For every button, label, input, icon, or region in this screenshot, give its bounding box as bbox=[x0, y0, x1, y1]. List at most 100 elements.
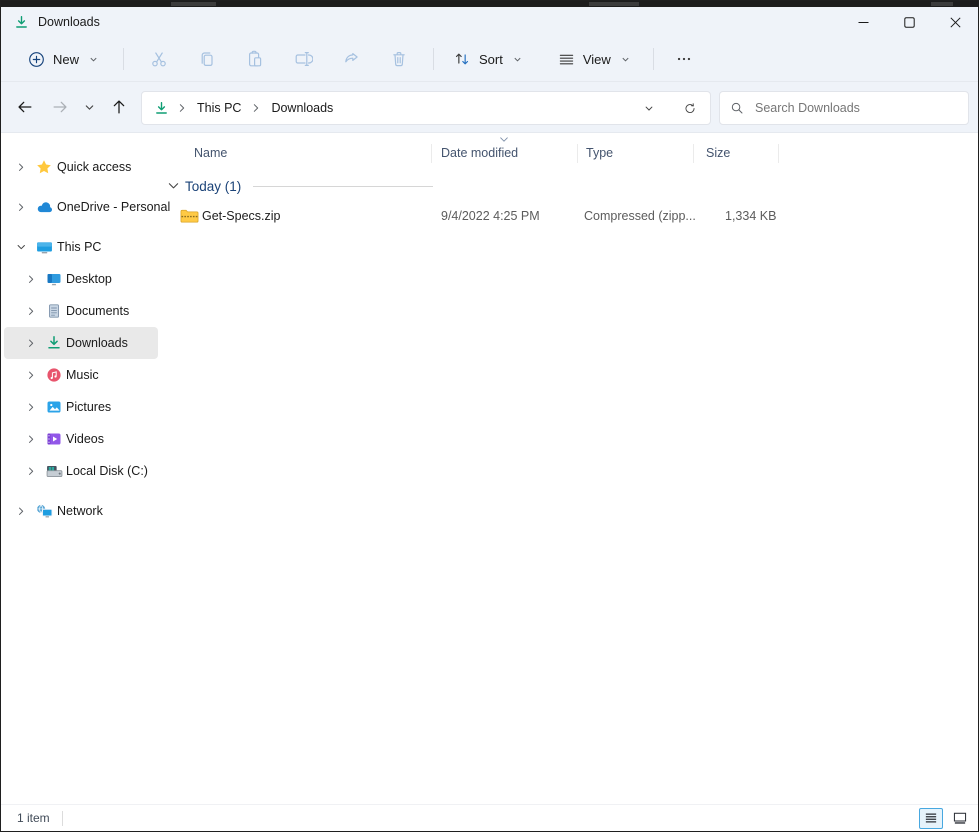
breadcrumb-chevron-icon bbox=[178, 103, 186, 113]
sidebar-item-music[interactable]: Music bbox=[4, 359, 158, 391]
refresh-icon bbox=[684, 101, 696, 116]
copy-icon bbox=[197, 49, 217, 69]
sort-button[interactable]: Sort bbox=[444, 43, 531, 75]
details-view-toggle[interactable] bbox=[919, 808, 943, 829]
breadcrumb-chevron-icon bbox=[252, 103, 260, 113]
sidebar-item-onedrive[interactable]: OneDrive - Personal bbox=[4, 191, 158, 223]
chevron-right-icon[interactable] bbox=[24, 370, 38, 380]
view-button[interactable]: View bbox=[549, 44, 639, 75]
column-separator[interactable] bbox=[778, 144, 779, 163]
minimize-button[interactable] bbox=[840, 7, 886, 37]
sidebar-item-this-pc[interactable]: This PC bbox=[4, 231, 158, 263]
sidebar-item-label: Desktop bbox=[66, 272, 112, 286]
file-explorer-window: Downloads New bbox=[0, 0, 979, 832]
search-box[interactable] bbox=[719, 91, 969, 125]
sidebar-item-pictures[interactable]: Pictures bbox=[4, 391, 158, 423]
sidebar-item-local-disk-c[interactable]: Local Disk (C:) bbox=[4, 455, 158, 487]
documents-icon bbox=[45, 303, 63, 319]
ellipsis-icon bbox=[675, 50, 693, 68]
sidebar-item-videos[interactable]: Videos bbox=[4, 423, 158, 455]
recent-locations-button[interactable] bbox=[77, 91, 101, 123]
chevron-right-icon[interactable] bbox=[24, 338, 38, 348]
downloads-icon bbox=[154, 101, 169, 116]
forward-button[interactable] bbox=[44, 91, 76, 123]
chevron-right-icon[interactable] bbox=[24, 466, 38, 476]
local-disk-icon bbox=[45, 463, 63, 480]
paste-button[interactable] bbox=[235, 42, 275, 76]
forward-arrow-icon bbox=[51, 98, 69, 116]
chevron-right-icon[interactable] bbox=[14, 506, 28, 516]
column-header-date-modified[interactable]: Date modified bbox=[441, 139, 518, 167]
column-separator[interactable] bbox=[577, 144, 578, 163]
explorer-tab[interactable]: Downloads bbox=[1, 15, 100, 30]
delete-button[interactable] bbox=[379, 42, 419, 76]
command-toolbar: New Sort View bbox=[1, 37, 978, 82]
downloads-icon bbox=[45, 335, 63, 351]
cut-button[interactable] bbox=[139, 42, 179, 76]
zip-folder-icon bbox=[180, 208, 199, 224]
column-separator[interactable] bbox=[431, 144, 432, 163]
maximize-button[interactable] bbox=[886, 7, 932, 37]
chevron-down-icon bbox=[621, 55, 630, 64]
large-thumbnails-view-toggle[interactable] bbox=[948, 808, 972, 829]
file-row-get-specs-zip[interactable]: Get-Specs.zip 9/4/2022 4:25 PM Compresse… bbox=[161, 201, 970, 231]
sidebar-item-label: Downloads bbox=[66, 336, 128, 350]
file-size: 1,334 KB bbox=[725, 209, 776, 223]
search-icon bbox=[730, 101, 744, 115]
chevron-right-icon[interactable] bbox=[24, 274, 38, 284]
close-button[interactable] bbox=[932, 7, 978, 37]
videos-icon bbox=[45, 431, 63, 447]
sidebar-item-desktop[interactable]: Desktop bbox=[4, 263, 158, 295]
new-button[interactable]: New bbox=[19, 44, 107, 75]
group-header-today[interactable]: Today (1) bbox=[168, 175, 433, 197]
share-button[interactable] bbox=[331, 42, 371, 76]
maximize-icon bbox=[904, 17, 915, 28]
up-button[interactable] bbox=[103, 91, 135, 123]
status-separator bbox=[62, 811, 63, 826]
address-bar[interactable]: This PC Downloads bbox=[141, 91, 711, 125]
back-arrow-icon bbox=[16, 98, 34, 116]
column-header-type[interactable]: Type bbox=[586, 139, 613, 167]
file-type: Compressed (zipp... bbox=[584, 209, 696, 223]
sidebar-item-quick-access[interactable]: Quick access bbox=[4, 151, 158, 183]
file-date-modified: 9/4/2022 4:25 PM bbox=[441, 209, 540, 223]
refresh-button[interactable] bbox=[678, 96, 702, 120]
sort-button-label: Sort bbox=[479, 52, 503, 67]
breadcrumb-downloads[interactable]: Downloads bbox=[267, 98, 337, 118]
network-icon bbox=[35, 503, 53, 520]
chevron-right-icon[interactable] bbox=[24, 402, 38, 412]
status-bar: 1 item bbox=[1, 804, 978, 831]
search-input[interactable] bbox=[753, 100, 958, 116]
sidebar-item-label: This PC bbox=[57, 240, 101, 254]
sidebar-item-downloads[interactable]: Downloads bbox=[4, 327, 158, 359]
column-separator[interactable] bbox=[693, 144, 694, 163]
chevron-right-icon[interactable] bbox=[24, 306, 38, 316]
chevron-down-icon[interactable] bbox=[14, 242, 28, 252]
minimize-icon bbox=[858, 17, 869, 28]
file-name: Get-Specs.zip bbox=[202, 209, 281, 223]
group-collapse-chevron-icon[interactable] bbox=[168, 182, 179, 190]
titlebar: Downloads bbox=[1, 7, 978, 37]
main-area: Quick access OneDrive - Personal This PC… bbox=[1, 133, 978, 805]
sidebar-item-documents[interactable]: Documents bbox=[4, 295, 158, 327]
item-count: 1 item bbox=[17, 811, 50, 825]
back-button[interactable] bbox=[9, 91, 41, 123]
pictures-icon bbox=[45, 399, 63, 415]
navigation-bar: This PC Downloads bbox=[1, 83, 978, 133]
column-header-name[interactable]: Name bbox=[194, 139, 227, 167]
address-dropdown-button[interactable] bbox=[638, 96, 660, 120]
copy-button[interactable] bbox=[187, 42, 227, 76]
rename-button[interactable] bbox=[283, 42, 323, 76]
sidebar-item-label: OneDrive - Personal bbox=[57, 200, 170, 214]
group-label: Today (1) bbox=[185, 179, 241, 194]
toolbar-separator bbox=[653, 48, 654, 70]
chevron-right-icon[interactable] bbox=[14, 162, 28, 172]
column-header-size[interactable]: Size bbox=[706, 139, 730, 167]
see-more-button[interactable] bbox=[664, 42, 704, 76]
sidebar-item-network[interactable]: Network bbox=[4, 495, 158, 527]
file-list-area: Name Date modified Type Size Today (1) G… bbox=[161, 133, 978, 805]
window-controls bbox=[840, 7, 978, 37]
breadcrumb-this-pc[interactable]: This PC bbox=[193, 98, 245, 118]
chevron-right-icon[interactable] bbox=[24, 434, 38, 444]
chevron-right-icon[interactable] bbox=[14, 202, 28, 212]
